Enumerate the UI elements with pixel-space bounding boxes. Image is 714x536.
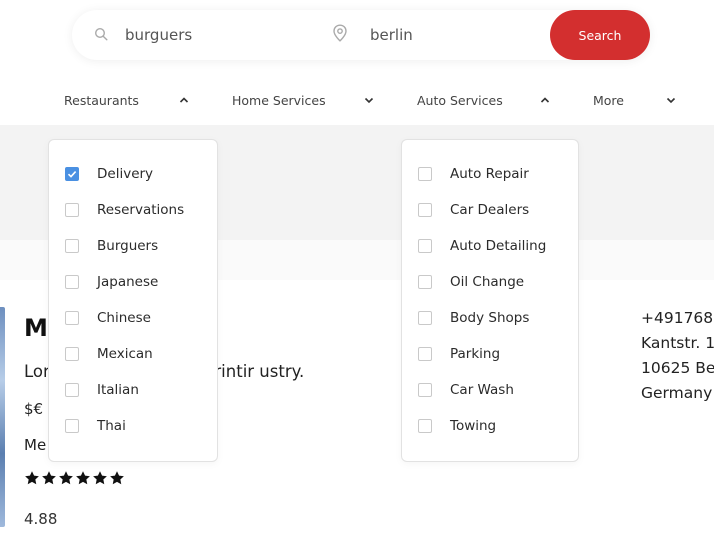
listing-title[interactable]: M: [24, 314, 48, 342]
option-label: Chinese: [97, 310, 151, 326]
chevron-up-icon[interactable]: [178, 94, 190, 106]
option-reservations[interactable]: Reservations: [65, 200, 184, 220]
star-icon: [25, 471, 39, 485]
checkbox[interactable]: [65, 311, 79, 325]
checkbox[interactable]: [418, 167, 432, 181]
option-label: Japanese: [97, 274, 159, 290]
checkbox[interactable]: [418, 419, 432, 433]
rating-value: 4.88: [24, 510, 58, 528]
option-italian[interactable]: Italian: [65, 380, 139, 400]
star-icon: [42, 471, 56, 485]
checkbox[interactable]: [65, 347, 79, 361]
option-label: Towing: [450, 418, 497, 434]
option-delivery[interactable]: Delivery: [65, 164, 153, 184]
filter-label: Restaurants: [64, 92, 139, 108]
option-label: Body Shops: [450, 310, 530, 326]
option-label: Parking: [450, 346, 501, 362]
star-icon: [76, 471, 90, 485]
checkbox[interactable]: [65, 275, 79, 289]
option-label: Car Wash: [450, 382, 514, 398]
listing-photo[interactable]: [0, 307, 5, 527]
auto-services-dropdown: Auto Repair Car Dealers Auto Detailing O…: [401, 139, 579, 462]
option-burguers[interactable]: Burguers: [65, 236, 158, 256]
checkbox[interactable]: [65, 239, 79, 253]
option-label: Reservations: [97, 202, 185, 218]
address-country: Germany: [641, 384, 713, 402]
checkbox[interactable]: [65, 383, 79, 397]
listing-category: Me: [24, 436, 47, 454]
star-icon: [93, 471, 107, 485]
option-thai[interactable]: Thai: [65, 416, 126, 436]
checkbox[interactable]: [418, 311, 432, 325]
address-street: Kantstr. 1: [641, 334, 714, 352]
filter-label: More: [593, 92, 624, 108]
search-location-field[interactable]: [332, 10, 540, 60]
option-label: Burguers: [97, 238, 159, 254]
chevron-up-icon[interactable]: [539, 94, 551, 106]
star-icon: [110, 471, 124, 485]
location-input[interactable]: [370, 26, 540, 44]
search-input[interactable]: [125, 26, 295, 44]
filter-label: Home Services: [232, 92, 326, 108]
checkbox[interactable]: [65, 203, 79, 217]
option-car-wash[interactable]: Car Wash: [418, 380, 514, 400]
option-chinese[interactable]: Chinese: [65, 308, 151, 328]
checkbox[interactable]: [418, 203, 432, 217]
option-parking[interactable]: Parking: [418, 344, 500, 364]
option-body-shops[interactable]: Body Shops: [418, 308, 529, 328]
rating-stars: [24, 470, 125, 486]
filter-label: Auto Services: [417, 92, 503, 108]
listing-contact: +4917683 Kantstr. 1 10625 Ber Germany: [641, 306, 714, 406]
option-auto-detailing[interactable]: Auto Detailing: [418, 236, 546, 256]
search-bar: Search: [72, 10, 650, 60]
filter-auto-services[interactable]: Auto Services: [417, 88, 503, 112]
address-city: 10625 Ber: [641, 359, 714, 377]
chevron-down-icon[interactable]: [363, 94, 375, 106]
option-label: Car Dealers: [450, 202, 530, 218]
option-label: Thai: [97, 418, 126, 434]
checkbox[interactable]: [418, 239, 432, 253]
checkbox[interactable]: [418, 383, 432, 397]
option-label: Auto Detailing: [450, 238, 547, 254]
phone-number[interactable]: +4917683: [641, 306, 714, 331]
filter-more[interactable]: More: [593, 88, 624, 112]
filter-restaurants[interactable]: Restaurants: [64, 88, 139, 112]
search-button[interactable]: Search: [550, 10, 650, 60]
option-mexican[interactable]: Mexican: [65, 344, 153, 364]
option-label: Auto Repair: [450, 166, 529, 182]
option-oil-change[interactable]: Oil Change: [418, 272, 524, 292]
star-icon: [59, 471, 73, 485]
option-label: Delivery: [97, 166, 154, 182]
restaurants-dropdown: Delivery Reservations Burguers Japanese …: [48, 139, 218, 462]
option-label: Mexican: [97, 346, 153, 362]
option-auto-repair[interactable]: Auto Repair: [418, 164, 529, 184]
checkbox[interactable]: [418, 275, 432, 289]
filter-home-services[interactable]: Home Services: [232, 88, 326, 112]
search-term-field[interactable]: [94, 10, 295, 60]
search-icon: [94, 26, 108, 45]
listing-price: $€: [24, 400, 44, 418]
category-filter-bar: Restaurants Home Services Auto Services …: [0, 88, 714, 112]
location-pin-icon: [332, 24, 348, 46]
option-label: Oil Change: [450, 274, 525, 290]
option-car-dealers[interactable]: Car Dealers: [418, 200, 529, 220]
option-japanese[interactable]: Japanese: [65, 272, 158, 292]
checkbox[interactable]: [418, 347, 432, 361]
chevron-down-icon[interactable]: [665, 94, 677, 106]
checkbox-checked[interactable]: [65, 167, 79, 181]
option-label: Italian: [97, 382, 139, 398]
checkbox[interactable]: [65, 419, 79, 433]
option-towing[interactable]: Towing: [418, 416, 496, 436]
checkmark-icon: [67, 171, 77, 178]
